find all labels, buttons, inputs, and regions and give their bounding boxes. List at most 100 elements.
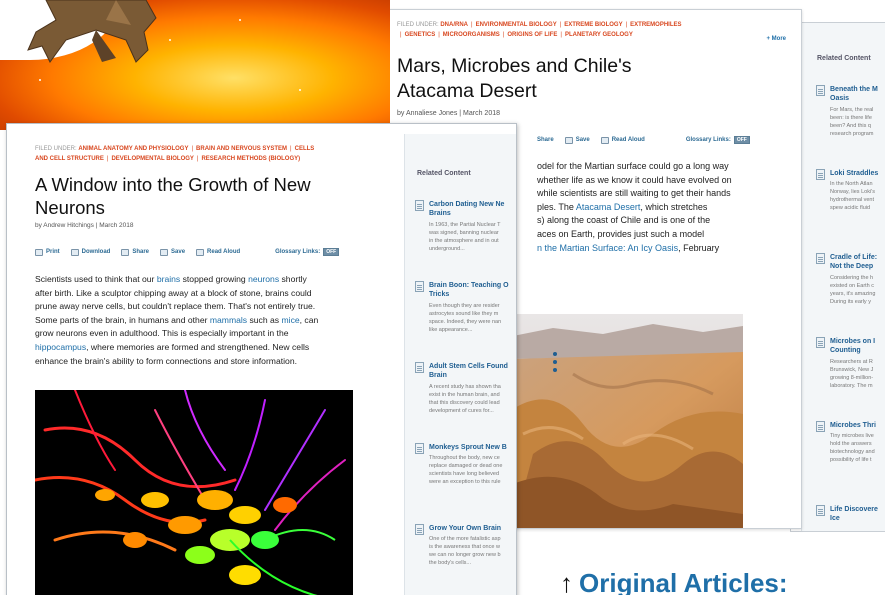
related-item-title[interactable]: Microbes Thri [830, 421, 876, 430]
tag-link[interactable]: EXTREMOPHILES [630, 22, 681, 28]
save-button[interactable]: Save [564, 136, 590, 144]
related-item-title-cont[interactable]: Counting [830, 346, 861, 355]
related-item-title-cont[interactable]: Not the Deep [830, 262, 873, 271]
related-item-title[interactable]: Loki Straddles [830, 169, 878, 178]
title-line: Atacama Desert [397, 80, 537, 102]
tag-separator: | [400, 32, 402, 38]
hippocampus-link[interactable]: hippocampus [35, 342, 86, 352]
related-item-title-cont[interactable]: Tricks [429, 290, 449, 299]
related-item-description: been? And this q [830, 123, 871, 129]
download-button[interactable]: Download [70, 248, 110, 256]
body-line: ples. The Atacama Desert, which stretche… [537, 201, 708, 212]
related-item-title[interactable]: Carbon Dating New Ne [429, 200, 504, 209]
related-item-description: we can no longer grow new b [429, 552, 501, 558]
print-button[interactable]: Print [35, 248, 60, 256]
tag-link[interactable]: EXTREME BIOLOGY [564, 22, 622, 28]
tag-link[interactable]: ORIGINS OF LIFE [507, 32, 557, 38]
glossary-links-toggle[interactable]: Glossary Links: OFF [686, 136, 750, 144]
tag-link[interactable]: ANIMAL ANATOMY AND PHYSIOLOGY [78, 146, 188, 152]
document-icon [415, 281, 424, 292]
read-aloud-button[interactable]: Read Aloud [196, 248, 240, 256]
share-button[interactable]: Share [537, 137, 554, 143]
tag-link[interactable]: DNA/RNA [440, 22, 468, 28]
tag-separator: | [559, 22, 562, 28]
related-item-description: Brunswick, New J [830, 367, 874, 373]
tag-link[interactable]: MICROORGANISMS [443, 32, 500, 38]
filed-under-tags: FILED UNDER: DNA/RNA | ENVIRONMENTAL BIOLO… [397, 20, 792, 40]
dragon-illustration [27, 0, 157, 63]
related-item-title[interactable]: Beneath the M [830, 85, 878, 94]
mammals-link[interactable]: mammals [210, 315, 247, 325]
byline: by Annaliese Jones | March 2018 [397, 110, 500, 117]
tag-separator: | [196, 156, 199, 162]
article-toolbar: Print Download Share Save Read Aloud Glo… [35, 248, 340, 256]
tag-link[interactable]: BRAIN AND NERVOUS SYSTEM [196, 146, 287, 152]
body-line: after birth. Like a sculptor chipping aw… [35, 287, 312, 298]
related-item-title[interactable]: Grow Your Own Brain [429, 524, 501, 533]
read-aloud-button[interactable]: Read Aloud [600, 136, 645, 144]
related-item-title[interactable]: Brain Boon: Teaching O [429, 281, 509, 290]
related-item-description: Considering the h [830, 275, 874, 281]
related-item-title[interactable]: Cradle of Life: [830, 253, 877, 262]
body-line: Scientists used to think that our brains… [35, 274, 307, 284]
related-item-description: was signed, banning nuclear [429, 230, 499, 236]
related-item-title[interactable]: Adult Stem Cells Found [429, 362, 508, 371]
related-item-description: the body's cells... [429, 560, 472, 566]
title-line: A Window into the Growth of New [35, 174, 311, 195]
related-item-title[interactable]: Monkeys Sprout New B [429, 443, 507, 452]
related-item-title-cont[interactable]: Brains [429, 209, 451, 218]
related-item-description: Norway, lies Loki's [830, 189, 875, 195]
related-item-description: In the North Atlan [830, 181, 873, 187]
share-button[interactable]: Share [121, 248, 149, 256]
related-content-panel: Related Content Beneath the M Oasis For Ma… [801, 23, 885, 531]
tag-link[interactable]: DEVELOPMENTAL BIOLOGY [111, 156, 193, 162]
related-item-title-cont[interactable]: Oasis [830, 94, 849, 103]
title-line: Neurons [35, 197, 105, 218]
tag-separator: | [502, 32, 505, 38]
body-line: n the Martian Surface: An Icy Oasis, Feb… [537, 242, 720, 253]
mice-link[interactable]: mice [282, 315, 300, 325]
tag-link[interactable]: AND CELL STRUCTURE [35, 156, 104, 162]
related-item-description: were an exception to this rule [429, 479, 501, 485]
document-icon [415, 362, 424, 373]
tag-link[interactable]: RESEARCH METHODS (BIOLOGY) [201, 156, 300, 162]
related-item-description: astrocytes sound like they m [429, 311, 499, 317]
related-item-title-cont[interactable]: Brain [429, 371, 447, 380]
body-line: while scientists are still waiting to ge… [537, 188, 731, 199]
filed-under-tags: FILED UNDER: ANIMAL ANATOMY AND PHYSIOLO… [35, 144, 385, 164]
article-title: Mars, Microbes and Chile's Atacama Deser… [397, 54, 632, 104]
speaker-icon [600, 136, 609, 144]
related-item-description: research program [830, 131, 874, 137]
related-item-description: Even though they are resider [429, 303, 500, 309]
related-item-title[interactable]: Life Discovere [830, 505, 878, 514]
related-item-description: During its early y [830, 299, 871, 305]
save-icon [564, 136, 573, 144]
body-line: prune away nerve cells, but couldn't rep… [35, 301, 316, 312]
brains-link[interactable]: brains [157, 274, 180, 284]
atacama-desert-link[interactable]: Atacama Desert [576, 202, 641, 212]
body-line: enhance the brain's ability to form conn… [35, 355, 297, 366]
document-icon [816, 85, 825, 96]
related-item-title-cont[interactable]: Ice [830, 514, 840, 523]
related-item-description: possibility of life t [830, 457, 872, 463]
tag-link[interactable]: CELLS [295, 146, 315, 152]
tag-link[interactable]: GENETICS [405, 32, 436, 38]
save-button[interactable]: Save [160, 248, 185, 256]
atacama-desert-image [513, 314, 743, 528]
related-item-description: exist in the human brain, and [429, 392, 500, 398]
tag-link[interactable]: ENVIRONMENTAL BIOLOGY [476, 22, 557, 28]
related-item-title[interactable]: Microbes on I [830, 337, 875, 346]
tag-separator: | [106, 156, 109, 162]
share-icon [121, 248, 130, 256]
martian-surface-link[interactable]: n the Martian Surface: An Icy Oasis [537, 243, 678, 253]
more-tags-link[interactable]: + More [766, 36, 786, 42]
related-item-description: is the awareness that once w [429, 544, 500, 550]
related-item-description: hydrothermal vent [830, 197, 875, 203]
glossary-links-toggle[interactable]: Glossary Links: OFF [275, 248, 340, 256]
article-page-loki: Related Content Beneath the M Oasis For Ma… [790, 22, 885, 532]
document-icon [816, 421, 825, 432]
tag-link[interactable]: PLANETARY GEOLOGY [565, 32, 633, 38]
neurons-link[interactable]: neurons [248, 274, 279, 284]
tag-separator: | [438, 32, 440, 38]
related-item-description: scientists have long believed [429, 471, 500, 477]
